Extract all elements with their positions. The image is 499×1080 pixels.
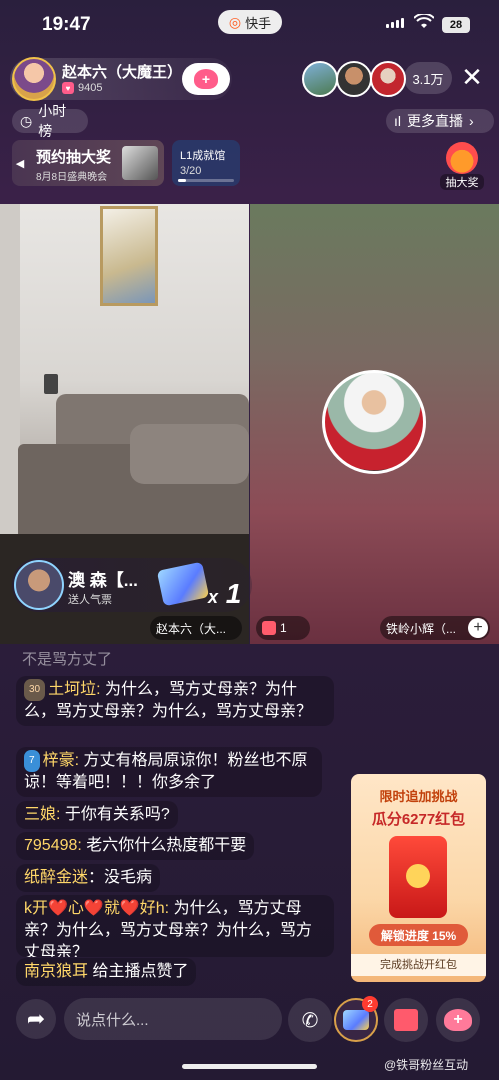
phone-icon: ✆ bbox=[301, 1009, 319, 1032]
app-indicator: ◎ 快手 bbox=[218, 10, 282, 34]
chat-user: 南京狼耳 bbox=[24, 963, 89, 980]
gifter-name: 澳 森【... bbox=[68, 571, 138, 590]
fan-badge: 7 bbox=[24, 750, 40, 772]
more-live-label: 更多直播 bbox=[407, 113, 463, 129]
viewer-avatar[interactable] bbox=[370, 61, 406, 97]
lottery-subtitle: 8月8日盛典晚会 bbox=[36, 172, 108, 183]
wall-painting bbox=[100, 206, 158, 306]
fan-badge: 30 bbox=[24, 679, 46, 701]
gift-count: 1 bbox=[280, 621, 287, 635]
chat-message[interactable]: 纸醉金迷：没毛病 bbox=[16, 864, 161, 892]
ticket-icon bbox=[343, 1010, 369, 1030]
level-banner[interactable]: L1成就馆 3/20 bbox=[172, 140, 240, 186]
gift-description: 送人气票 bbox=[68, 594, 112, 606]
challenge-reward: 瓜分6277红包 bbox=[371, 811, 466, 828]
caret-left-icon: ◀ bbox=[15, 157, 25, 170]
draw-prize-label: 抽大奖 bbox=[440, 174, 484, 190]
host-likes-count: 9405 bbox=[78, 82, 103, 94]
home-indicator bbox=[182, 1064, 317, 1069]
lottery-title: 预约抽大奖 bbox=[36, 149, 112, 166]
chat-text: 老六你什么热度都干要 bbox=[86, 837, 247, 854]
chat-user: 三娘: bbox=[24, 806, 61, 823]
viewer-count[interactable]: 3.1万 bbox=[404, 62, 452, 94]
chat-user: 纸醉金迷 bbox=[24, 869, 89, 886]
gifter-avatar bbox=[14, 560, 64, 610]
ticket-button[interactable]: 2 bbox=[334, 996, 378, 1042]
viewer-avatar[interactable] bbox=[336, 61, 372, 97]
host-name: 赵本六（大魔王） bbox=[62, 64, 183, 81]
wall-outlet bbox=[44, 374, 58, 394]
host-avatar[interactable] bbox=[12, 57, 56, 101]
gift-combo: x 1 bbox=[208, 578, 241, 610]
like-button[interactable]: + bbox=[436, 998, 480, 1042]
chat-text: ：没毛病 bbox=[88, 869, 153, 886]
guest-avatar[interactable] bbox=[322, 370, 426, 474]
chat-text: 给主播点赞了 bbox=[92, 963, 189, 980]
level-title: L1成就馆 bbox=[180, 150, 226, 162]
watermark: @铁哥粉丝互动 bbox=[384, 1058, 469, 1072]
flame-icon bbox=[446, 142, 478, 174]
status-time: 19:47 bbox=[42, 14, 91, 35]
ticket-badge: 2 bbox=[362, 996, 378, 1012]
chat-message[interactable]: k开❤️心❤️就❤️好h: 为什么，骂方丈母亲？为什么，骂方丈母亲？为什么，骂方… bbox=[16, 895, 334, 957]
comment-input[interactable]: 说点什么... bbox=[64, 998, 282, 1040]
close-icon[interactable]: ✕ bbox=[458, 64, 486, 92]
phone-prize-icon bbox=[122, 146, 158, 180]
guest-name-tag[interactable]: 铁岭小辉（... + bbox=[380, 616, 490, 640]
viewer-avatar[interactable] bbox=[302, 61, 338, 97]
host-name-tag[interactable]: 赵本六（大... bbox=[150, 616, 242, 640]
combo-x: x bbox=[208, 587, 219, 607]
chat-user: k开❤️心❤️就❤️好h: bbox=[24, 900, 170, 917]
level-progress-bar bbox=[178, 179, 234, 182]
host-likes: ♥ 9405 bbox=[62, 82, 102, 94]
chat-message[interactable]: 30 土坷垃: 为什么，骂方丈母亲？为什么，骂方丈母亲？为什么，骂方丈母亲？ bbox=[16, 676, 334, 726]
popularity-ticket-icon bbox=[156, 561, 210, 607]
challenge-panel[interactable]: 限时追加挑战 瓜分6277红包 解锁进度 15% 完成挑战开红包 bbox=[351, 774, 486, 982]
gift-count-tag[interactable]: 1 bbox=[256, 616, 310, 640]
combo-count: 1 bbox=[225, 578, 242, 609]
hour-rank-label: 小时榜 bbox=[38, 103, 67, 139]
challenge-title: 限时追加挑战 bbox=[379, 789, 458, 804]
challenge-footer[interactable]: 完成挑战开红包 bbox=[351, 954, 486, 976]
more-live-button[interactable]: ıl 更多直播 › bbox=[386, 109, 494, 133]
follow-button[interactable]: + bbox=[182, 63, 230, 95]
chat-faded-line: 不是骂方丈了 bbox=[22, 651, 113, 668]
chevron-right-icon: › bbox=[469, 113, 474, 129]
chat-message[interactable]: 三娘: 于你有关系吗? bbox=[16, 801, 178, 829]
kuaishou-logo-icon: ◎ bbox=[228, 13, 242, 30]
chat-message[interactable]: 南京狼耳 给主播点赞了 bbox=[16, 958, 197, 986]
hour-rank-button[interactable]: ◷ 小时榜 bbox=[12, 103, 88, 139]
chat-user: 795498: bbox=[24, 837, 82, 854]
heart-plus-icon: + bbox=[444, 1009, 472, 1031]
chat-message[interactable]: 7 梓豪: 方丈有格局原谅你！粉丝也不原谅！等着吧！！！你多余了 bbox=[16, 747, 322, 797]
signal-icon bbox=[386, 18, 404, 28]
call-button[interactable]: ✆ bbox=[288, 998, 332, 1042]
challenge-progress: 解锁进度 15% bbox=[369, 924, 468, 946]
wifi-icon bbox=[414, 14, 434, 28]
chat-message[interactable]: 795498: 老六你什么热度都干要 bbox=[16, 832, 255, 860]
app-name: 快手 bbox=[245, 15, 272, 31]
battery-indicator: 28 bbox=[442, 17, 470, 33]
heart-icon: ♥ bbox=[62, 82, 74, 94]
sofa bbox=[18, 394, 249, 539]
level-progress: 3/20 bbox=[180, 165, 202, 177]
guest-name: 铁岭小辉（... bbox=[386, 621, 457, 636]
red-packet-icon bbox=[389, 836, 447, 918]
gift-icon bbox=[262, 621, 276, 635]
lottery-banner[interactable]: ◀ 预约抽大奖 8月8日盛典晚会 bbox=[12, 140, 164, 186]
chat-user: 土坷垃: bbox=[48, 681, 101, 698]
draw-prize-button[interactable]: 抽大奖 bbox=[440, 142, 484, 190]
share-icon[interactable]: ➦ bbox=[16, 999, 56, 1039]
clock-icon: ◷ bbox=[20, 112, 33, 129]
follow-guest-button[interactable]: + bbox=[468, 618, 488, 638]
gift-box-icon bbox=[394, 1009, 418, 1031]
bars-icon: ıl bbox=[394, 113, 401, 129]
gift-button[interactable] bbox=[384, 998, 428, 1042]
chat-user: 梓豪: bbox=[42, 752, 80, 769]
heart-plus-icon: + bbox=[194, 69, 218, 89]
chat-text: 于你有关系吗? bbox=[64, 806, 170, 823]
